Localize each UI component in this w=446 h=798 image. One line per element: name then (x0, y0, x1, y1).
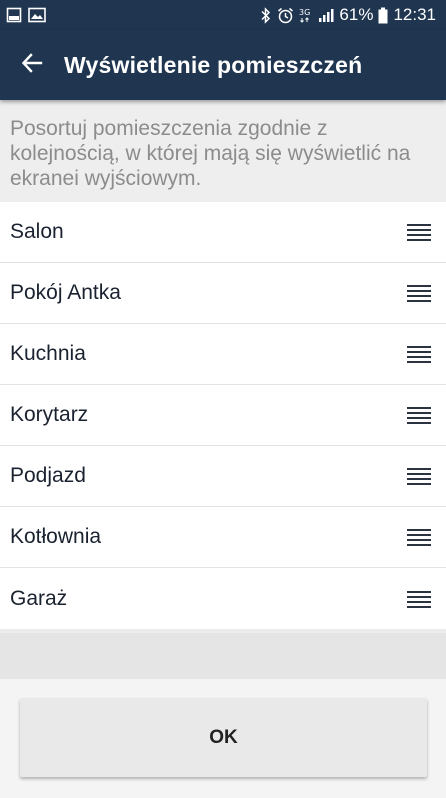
signal-icon (318, 7, 334, 23)
room-name: Garaż (10, 586, 68, 610)
page-title: Wyświetlenie pomieszczeń (64, 51, 363, 78)
room-name: Podjazd (10, 464, 86, 487)
notification-box-icon (6, 7, 22, 23)
status-bar-right: 3G 61% 12:31 (260, 5, 436, 25)
room-name: Pokój Antka (10, 281, 121, 304)
drag-handle-icon[interactable] (406, 526, 432, 548)
room-name: Salon (10, 220, 64, 243)
room-list-item[interactable]: Salon (0, 202, 446, 263)
svg-text:3G: 3G (299, 8, 310, 17)
drag-handle-icon[interactable] (406, 404, 432, 426)
drag-handle-icon[interactable] (406, 282, 432, 304)
list-footer (0, 633, 446, 679)
room-list-item[interactable]: Kuchnia (0, 324, 446, 385)
arrow-left-icon (21, 52, 43, 79)
app-bar: Wyświetlenie pomieszczeń (0, 30, 446, 100)
room-list-item[interactable]: Podjazd (0, 446, 446, 507)
status-bar: 3G 61% 12:31 (0, 0, 446, 30)
battery-percent: 61% (339, 5, 374, 24)
drag-handle-icon[interactable] (406, 588, 432, 610)
status-time: 12:31 (393, 5, 436, 24)
battery-icon (378, 7, 388, 24)
image-notification-icon (28, 7, 46, 23)
ok-button[interactable]: OK (20, 698, 427, 777)
network-3g-icon: 3G (299, 7, 313, 24)
instructions-text: Posortuj pomieszczenia zgodnie z kolejno… (0, 100, 446, 202)
back-button[interactable] (14, 47, 50, 83)
drag-handle-icon[interactable] (406, 221, 432, 243)
room-list-item[interactable]: Garaż (0, 568, 446, 629)
drag-handle-icon[interactable] (406, 465, 432, 487)
room-list-item[interactable]: Korytarz (0, 385, 446, 446)
room-name: Kotłownia (10, 525, 102, 548)
drag-handle-icon[interactable] (406, 343, 432, 365)
status-bar-left (6, 7, 46, 23)
room-list-item[interactable]: Kotłownia (0, 507, 446, 568)
bluetooth-icon (260, 6, 272, 24)
alarm-icon (277, 7, 294, 24)
room-list-item[interactable]: Pokój Antka (0, 263, 446, 324)
room-name: Korytarz (10, 403, 89, 426)
room-list: Salon Pokój Antka Kuchnia Korytarz Podjazd Ko… (0, 202, 446, 629)
room-name: Kuchnia (10, 342, 86, 365)
